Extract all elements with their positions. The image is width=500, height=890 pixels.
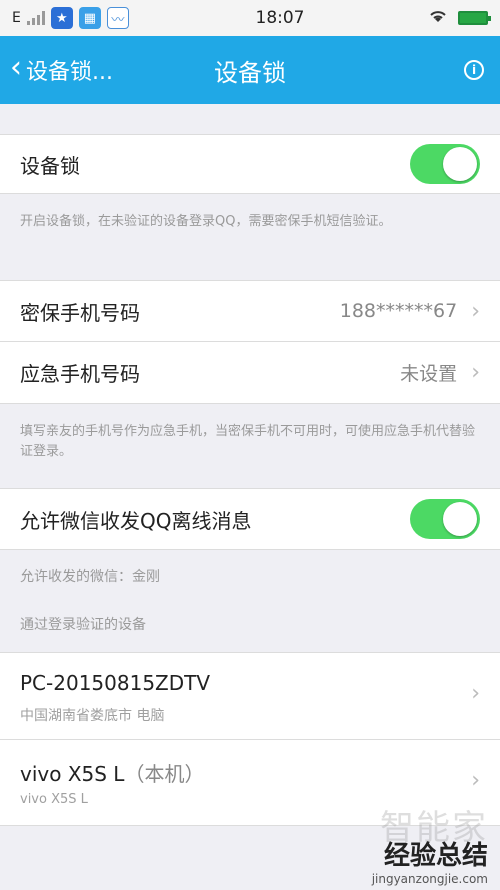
back-label: 设备锁... [26,60,113,85]
watermark: 智能家 经验总结 jingyanzongjie.com [372,800,488,886]
device-name: vivo X5S L [20,762,125,786]
chevron-right-icon: › [471,768,480,793]
chart-app-icon: 〰 [106,7,129,29]
device-item[interactable]: PC-20150815ZDTV 中国湖南省娄底市 电脑 › [0,652,500,740]
verified-devices-header: 通过登录验证的设备 [20,617,146,633]
device-lock-note: 开启设备锁，在未验证的设备登录QQ，需要密保手机短信验证。 [20,214,392,229]
device-lock-label: 设备锁 [20,153,80,178]
back-button[interactable]: ‹ 设备锁... [10,36,113,104]
device-location: 中国湖南省娄底市 电脑 [20,708,165,724]
watermark-url: jingyanzongjie.com [371,872,488,886]
device-model: vivo X5S L [20,792,88,807]
network-type: E [12,10,21,26]
nav-bar: ‹ 设备锁... 设备锁 i [0,36,500,104]
chevron-right-icon: › [471,360,480,385]
device-lock-toggle[interactable] [410,144,480,184]
emergency-phone-label: 应急手机号码 [20,362,140,386]
security-phone-row[interactable]: 密保手机号码 188******67 › [0,280,500,342]
device-name: PC-20150815ZDTV [20,671,211,695]
calendar-app-icon: ▦ [78,7,101,29]
star-app-icon: ★ [50,7,73,29]
device-lock-row: 设备锁 [0,134,500,194]
watermark-title: 经验总结 [383,841,488,871]
emergency-phone-row[interactable]: 应急手机号码 未设置 › [0,342,500,404]
current-device-tag: （本机） [124,762,205,786]
security-phone-value: 188******67 [339,300,458,322]
signal-icon [26,11,45,25]
clock: 18:07 [255,8,305,28]
chevron-right-icon: › [471,681,480,706]
status-bar: E ★ ▦ 〰 18:07 [0,0,500,36]
emergency-phone-value: 未设置 [400,363,458,385]
wechat-label: 允许微信收发QQ离线消息 [20,508,252,533]
wifi-icon [428,8,448,28]
wechat-toggle[interactable] [410,499,480,539]
wechat-allowed-note: 允许收发的微信：金刚 [20,569,160,585]
chevron-right-icon: › [471,298,480,324]
chevron-left-icon: ‹ [10,50,22,85]
wechat-row: 允许微信收发QQ离线消息 [0,488,500,550]
battery-icon [458,11,491,25]
security-phone-label: 密保手机号码 [20,300,140,325]
info-icon[interactable]: i [464,60,484,80]
emergency-phone-note: 填写亲友的手机号作为应急手机，当密保手机不可用时，可使用应急手机代替验证登录。 [20,424,476,459]
